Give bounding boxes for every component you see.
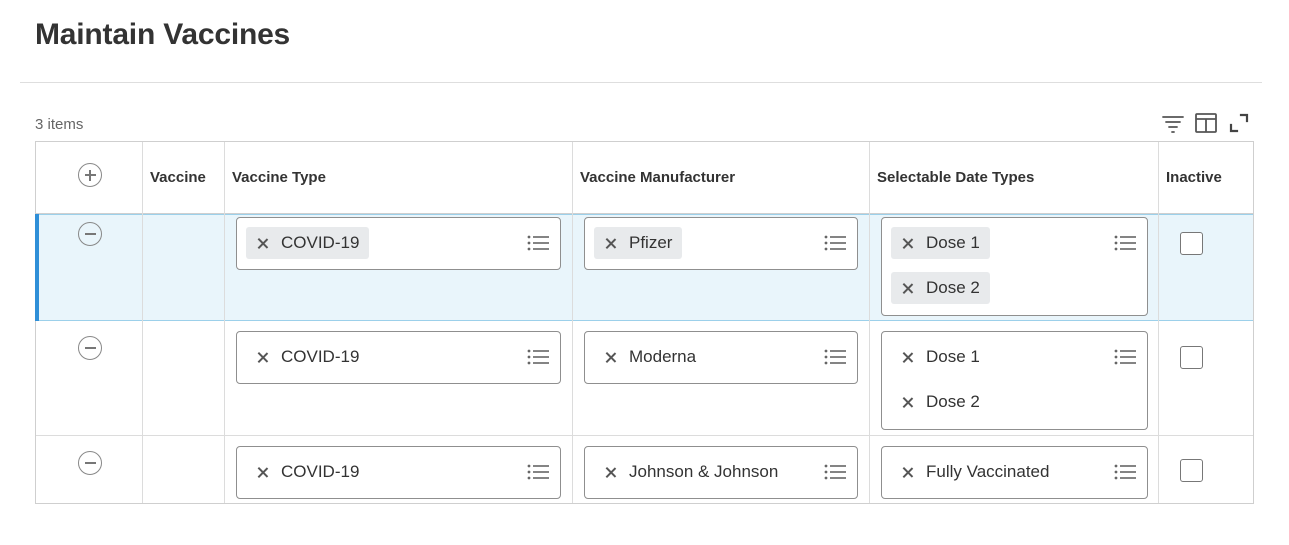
list-icon[interactable] [527,464,549,480]
pill-label: COVID-19 [281,347,360,366]
inactive-checkbox[interactable] [1180,346,1203,369]
manufacturer-pill: Moderna [594,341,706,373]
column-divider [1158,142,1159,503]
table-row[interactable]: COVID-19 Moderna Dose 1 Dose 2 [36,321,1253,436]
item-count: 3 items [35,116,84,133]
grid-toolbar [1160,110,1252,136]
remove-pill-icon[interactable] [902,238,913,249]
column-divider [869,142,870,503]
pill-label: Moderna [629,347,697,366]
list-icon[interactable] [527,349,549,365]
manufacturer-pill: Pfizer [594,227,683,259]
remove-pill-icon[interactable] [902,283,913,294]
header-inactive: Inactive [1166,169,1222,186]
date-type-pill: Dose 2 [891,386,990,418]
list-icon[interactable] [824,235,846,251]
header-vaccine-manufacturer: Vaccine Manufacturer [580,169,736,186]
pill-label: Dose 2 [926,278,980,297]
pill-label: COVID-19 [281,233,360,252]
pill-label: Johnson & Johnson [629,462,779,481]
remove-pill-icon[interactable] [605,352,616,363]
filter-icon[interactable] [1160,110,1185,136]
date-types-field[interactable]: Dose 1 Dose 2 [881,217,1148,316]
list-icon[interactable] [1114,349,1136,365]
inactive-checkbox[interactable] [1180,459,1203,482]
list-icon[interactable] [824,349,846,365]
date-type-pill: Fully Vaccinated [891,456,1059,488]
vaccines-grid: Vaccine Vaccine Type Vaccine Manufacture… [35,141,1254,504]
remove-row-button[interactable] [78,336,102,360]
pill-label: Fully Vaccinated [926,462,1050,481]
remove-pill-icon[interactable] [257,238,268,249]
page-title: Maintain Vaccines [35,18,291,51]
expand-icon[interactable] [1227,110,1252,136]
column-divider [572,142,573,503]
remove-row-button[interactable] [78,222,102,246]
pill-label: COVID-19 [281,462,360,481]
date-types-field[interactable]: Fully Vaccinated [881,446,1148,499]
list-icon[interactable] [824,464,846,480]
vaccine-type-pill: COVID-19 [246,227,370,259]
pill-label: Dose 2 [926,392,980,411]
manufacturer-field[interactable]: Johnson & Johnson [584,446,858,499]
remove-pill-icon[interactable] [257,467,268,478]
table-row[interactable]: COVID-19 Pfizer Dose 1 Dose 2 [35,214,1253,321]
vaccine-type-pill: COVID-19 [246,341,369,373]
vaccine-type-field[interactable]: COVID-19 [236,446,561,499]
vaccine-type-field[interactable]: COVID-19 [236,331,561,384]
date-types-field[interactable]: Dose 1 Dose 2 [881,331,1148,430]
column-layout-icon[interactable] [1193,110,1218,136]
date-type-pill: Dose 1 [891,341,990,373]
pill-label: Dose 1 [926,233,980,252]
header-selectable-date-types: Selectable Date Types [877,169,1035,186]
date-type-pill: Dose 1 [891,227,990,259]
table-header: Vaccine Vaccine Type Vaccine Manufacture… [36,142,1253,214]
list-icon[interactable] [1114,235,1136,251]
vaccine-type-pill: COVID-19 [246,456,369,488]
vaccine-type-field[interactable]: COVID-19 [236,217,561,270]
title-divider [20,82,1262,83]
remove-pill-icon[interactable] [902,352,913,363]
manufacturer-pill: Johnson & Johnson [594,456,788,488]
list-icon[interactable] [527,235,549,251]
pill-label: Dose 1 [926,347,980,366]
table-row[interactable]: COVID-19 Johnson & Johnson Fully Vaccina… [36,436,1253,503]
remove-pill-icon[interactable] [902,467,913,478]
remove-pill-icon[interactable] [605,467,616,478]
list-icon[interactable] [1114,464,1136,480]
header-vaccine-type: Vaccine Type [232,169,326,186]
remove-pill-icon[interactable] [605,238,616,249]
manufacturer-field[interactable]: Moderna [584,331,858,384]
remove-row-button[interactable] [78,451,102,475]
manufacturer-field[interactable]: Pfizer [584,217,858,270]
date-type-pill: Dose 2 [891,272,990,304]
header-vaccine: Vaccine [150,169,206,186]
inactive-checkbox[interactable] [1180,232,1203,255]
remove-pill-icon[interactable] [902,397,913,408]
column-divider [142,142,143,503]
column-divider [224,142,225,503]
add-row-button[interactable] [78,163,102,187]
pill-label: Pfizer [629,233,673,252]
remove-pill-icon[interactable] [257,352,268,363]
